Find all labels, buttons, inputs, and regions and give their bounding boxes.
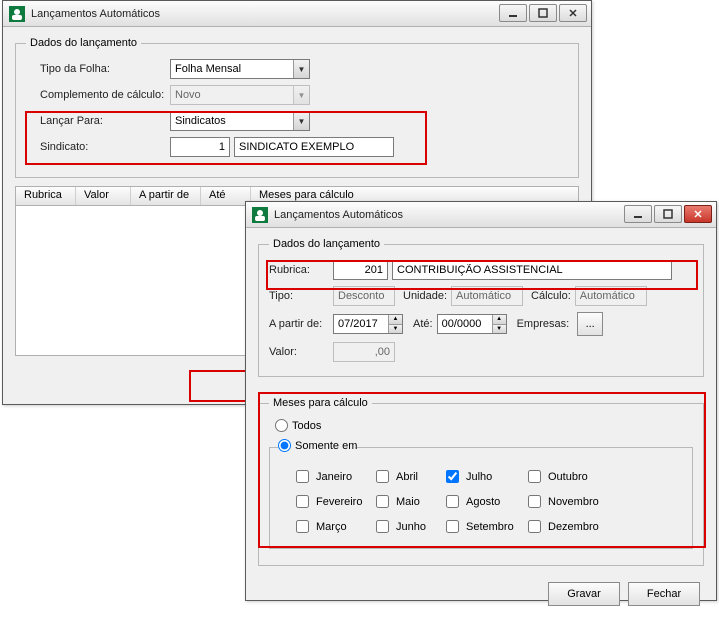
chevron-down-icon: ▼ bbox=[293, 86, 309, 104]
apartir-label: A partir de: bbox=[269, 318, 329, 330]
valor-label: Valor: bbox=[269, 346, 329, 358]
fechar-button[interactable]: Fechar bbox=[628, 582, 700, 606]
radio-somente[interactable]: Somente em bbox=[278, 439, 357, 452]
lancar-para-input[interactable] bbox=[170, 111, 310, 131]
unidade-label: Unidade: bbox=[403, 290, 447, 302]
empresas-button[interactable]: ... bbox=[577, 312, 603, 336]
spin-down-icon[interactable]: ▼ bbox=[388, 325, 402, 334]
apartir-spinner[interactable]: ▲▼ bbox=[333, 314, 403, 334]
chk-abril[interactable]: Abril bbox=[372, 467, 442, 486]
tipo-label: Tipo: bbox=[269, 290, 329, 302]
chk-dezembro[interactable]: Dezembro bbox=[524, 517, 606, 536]
chk-novembro[interactable]: Novembro bbox=[524, 492, 606, 511]
rubrica-code-input[interactable] bbox=[333, 260, 388, 280]
sindicato-name-input[interactable] bbox=[234, 137, 394, 157]
rubrica-name-input[interactable] bbox=[392, 260, 672, 280]
chk-julho[interactable]: Julho bbox=[442, 467, 524, 486]
calculo-label: Cálculo: bbox=[531, 290, 571, 302]
somente-em-group: Somente em Janeiro Abril Julho Outubro F… bbox=[269, 439, 693, 549]
col-apartir: A partir de bbox=[131, 187, 201, 205]
ate-spinner[interactable]: ▲▼ bbox=[437, 314, 507, 334]
radio-todos[interactable]: Todos bbox=[275, 419, 321, 432]
chk-junho[interactable]: Junho bbox=[372, 517, 442, 536]
lancar-para-label: Lançar Para: bbox=[26, 115, 166, 127]
close-button-2[interactable] bbox=[684, 205, 712, 223]
gravar-button[interactable]: Gravar bbox=[548, 582, 620, 606]
ate-label: Até: bbox=[413, 318, 433, 330]
tipo-value bbox=[333, 286, 395, 306]
chk-setembro[interactable]: Setembro bbox=[442, 517, 524, 536]
valor-input bbox=[333, 342, 395, 362]
client-area-2: Dados do lançamento Rubrica: Tipo: Unida… bbox=[246, 228, 716, 618]
unidade-value bbox=[451, 286, 523, 306]
chk-janeiro[interactable]: Janeiro bbox=[292, 467, 372, 486]
app-icon bbox=[252, 207, 268, 223]
spin-up-icon[interactable]: ▲ bbox=[388, 315, 402, 325]
chevron-down-icon[interactable]: ▼ bbox=[293, 112, 309, 130]
sindicato-code-input[interactable] bbox=[170, 137, 230, 157]
tipo-folha-combo[interactable]: ▼ bbox=[170, 59, 310, 79]
complemento-label: Complemento de cálculo: bbox=[26, 89, 166, 101]
titlebar-2: Lançamentos Automáticos bbox=[246, 202, 716, 228]
chk-maio[interactable]: Maio bbox=[372, 492, 442, 511]
group-legend-1: Dados do lançamento bbox=[26, 37, 141, 49]
complemento-input bbox=[170, 85, 310, 105]
app-icon bbox=[9, 6, 25, 22]
dados-lancamento-group-2: Dados do lançamento Rubrica: Tipo: Unida… bbox=[258, 238, 704, 377]
col-ate: Até bbox=[201, 187, 251, 205]
calculo-value bbox=[575, 286, 647, 306]
maximize-button-2[interactable] bbox=[654, 205, 682, 223]
titlebar-1: Lançamentos Automáticos bbox=[3, 1, 591, 27]
tipo-folha-label: Tipo da Folha: bbox=[26, 63, 166, 75]
col-valor: Valor bbox=[76, 187, 131, 205]
chk-agosto[interactable]: Agosto bbox=[442, 492, 524, 511]
window-lancamentos-front: Lançamentos Automáticos Dados do lançame… bbox=[245, 201, 717, 601]
minimize-button-1[interactable] bbox=[499, 4, 527, 22]
group-legend-2: Dados do lançamento bbox=[269, 238, 384, 250]
tipo-folha-input[interactable] bbox=[170, 59, 310, 79]
chevron-down-icon[interactable]: ▼ bbox=[293, 60, 309, 78]
empresas-label: Empresas: bbox=[517, 318, 570, 330]
close-button-1[interactable] bbox=[559, 4, 587, 22]
sindicato-label: Sindicato: bbox=[26, 141, 166, 153]
chk-marco[interactable]: Março bbox=[292, 517, 372, 536]
meses-calculo-group: Meses para cálculo Todos Somente em Jane… bbox=[258, 397, 704, 566]
lancar-para-combo[interactable]: ▼ bbox=[170, 111, 310, 131]
maximize-button-1[interactable] bbox=[529, 4, 557, 22]
dados-lancamento-group-1: Dados do lançamento Tipo da Folha: ▼ Com… bbox=[15, 37, 579, 178]
meses-group-legend: Meses para cálculo bbox=[269, 397, 372, 409]
chk-outubro[interactable]: Outubro bbox=[524, 467, 606, 486]
minimize-button-2[interactable] bbox=[624, 205, 652, 223]
spin-up-icon[interactable]: ▲ bbox=[492, 315, 506, 325]
complemento-combo: ▼ bbox=[170, 85, 310, 105]
chk-fevereiro[interactable]: Fevereiro bbox=[292, 492, 372, 511]
col-rubrica: Rubrica bbox=[16, 187, 76, 205]
rubrica-label: Rubrica: bbox=[269, 264, 329, 276]
spin-down-icon[interactable]: ▼ bbox=[492, 325, 506, 334]
